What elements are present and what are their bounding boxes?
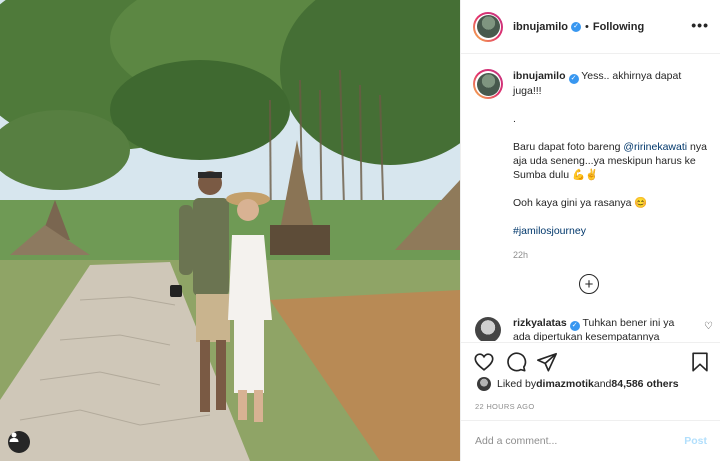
comment-input[interactable]: [475, 435, 685, 447]
post-header: ibnujamilo ✓ • Following •••: [461, 0, 720, 54]
more-icon[interactable]: •••: [691, 18, 709, 32]
user-tag-button[interactable]: [8, 431, 30, 453]
author-avatar[interactable]: [473, 11, 503, 42]
caption-paragraph-3: Ooh kaya gini ya rasanya 😊: [513, 197, 648, 209]
share-icon[interactable]: [536, 351, 558, 373]
bookmark-icon[interactable]: [689, 351, 711, 373]
commenter-username[interactable]: rizkyalatas: [513, 317, 567, 329]
likes-middle: and: [593, 378, 612, 390]
caption-time: 22h: [513, 250, 529, 260]
caption-username[interactable]: ibnujamilo: [513, 70, 566, 82]
post-timestamp: 22 HOURS AGO: [475, 402, 535, 411]
comment-like-icon[interactable]: ♡: [704, 321, 713, 332]
caption-paragraph-2: Baru dapat foto bareng @ririnekawati nya…: [513, 141, 707, 181]
action-bar: [461, 342, 720, 378]
separator-dot: •: [585, 20, 589, 33]
verified-icon: ✓: [569, 321, 580, 331]
likes-summary[interactable]: Liked by dimazmotik and 84,586 others: [477, 377, 679, 391]
load-more-comments-button[interactable]: +: [579, 274, 599, 294]
caption: ibnujamilo ✓ Yess.. akhirnya dapat juga!!…: [473, 69, 713, 262]
liker-avatar: [477, 377, 491, 391]
post-photo[interactable]: [0, 0, 460, 461]
commenter-avatar[interactable]: [475, 317, 501, 341]
likes-prefix: Liked by: [497, 378, 537, 390]
post-side-panel: ibnujamilo ✓ • Following ••• ibnujamilo ✓…: [460, 0, 720, 461]
comments-list[interactable]: ibnujamilo ✓ Yess.. akhirnya dapat juga!!…: [461, 55, 720, 341]
author-username[interactable]: ibnujamilo: [513, 21, 568, 33]
heart-icon[interactable]: [473, 351, 495, 373]
verified-icon: ✓: [571, 21, 581, 32]
liker-username[interactable]: dimazmotik: [536, 378, 594, 390]
plus-icon: +: [584, 275, 594, 293]
user-tag-icon: [9, 432, 19, 442]
hashtag-link[interactable]: #jamilosjourney: [513, 224, 708, 238]
comment-item: rizkyalatas ✓ Tuhkan bener ini ya ada dip…: [473, 317, 713, 341]
likes-count[interactable]: 84,586 others: [611, 378, 678, 390]
verified-icon: ✓: [568, 74, 579, 84]
post-comment-button[interactable]: Post: [684, 435, 707, 447]
caption-avatar[interactable]: [473, 69, 503, 99]
comment-icon[interactable]: [505, 351, 527, 373]
photo-scene: [0, 0, 460, 461]
caption-dot-line: .: [513, 113, 516, 125]
add-comment-bar: Post: [461, 420, 720, 461]
mention-link[interactable]: @ririnekawati: [623, 141, 687, 153]
following-button[interactable]: Following: [593, 21, 644, 33]
